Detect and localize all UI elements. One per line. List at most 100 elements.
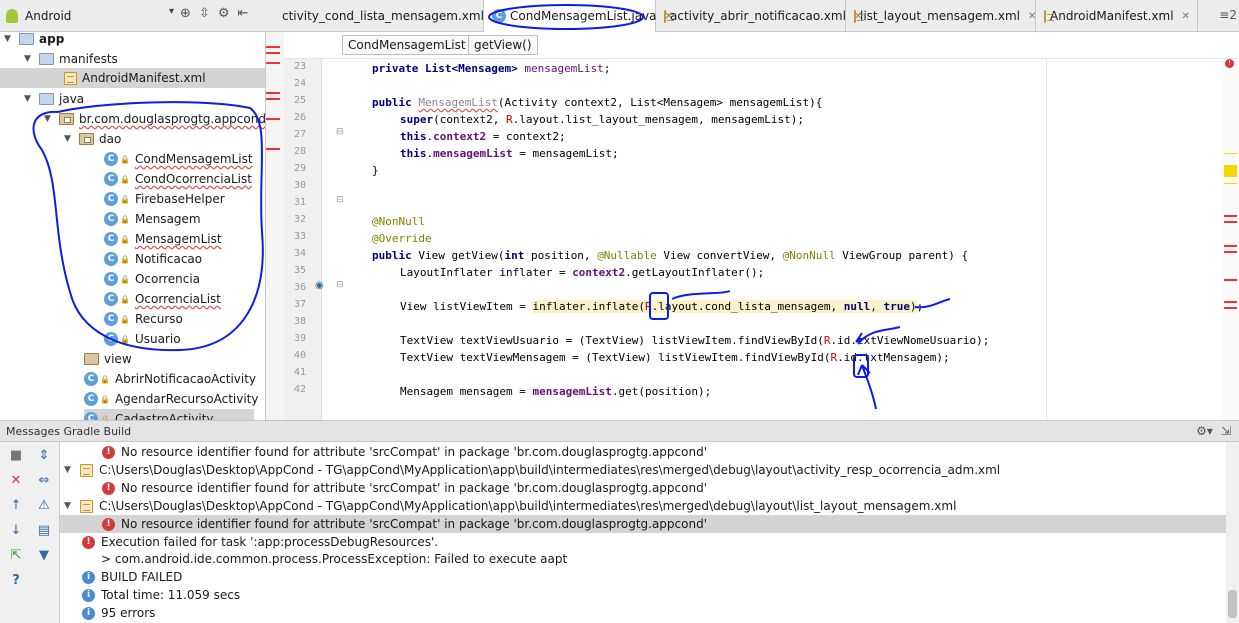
line-number: 24 [293, 78, 306, 89]
tab-activity-abrir-notificacao[interactable]: activity_abrir_notificacao.xml ✕ [656, 0, 862, 32]
stop-icon[interactable]: ■ [8, 448, 24, 464]
tree-item-class[interactable]: C 🔒 OcorrenciaList [104, 289, 221, 309]
tree-item-package[interactable]: ▼ br.com.douglasprogtg.appcond [44, 109, 265, 129]
error-marker[interactable] [1224, 245, 1237, 247]
tree-item-class[interactable]: C 🔒 Recurso [104, 309, 183, 329]
filter-warnings-icon[interactable]: ⚠ [36, 498, 52, 514]
messages-scrollbar[interactable] [1226, 442, 1239, 623]
error-marker[interactable] [266, 92, 280, 94]
export-icon[interactable]: ▤ [36, 523, 52, 539]
tree-item-class[interactable]: C 🔒 Mensagem [104, 209, 201, 229]
message-text: No resource identifier found for attribu… [121, 481, 708, 495]
message-row[interactable]: i 95 errors [60, 604, 1226, 622]
tree-item-class[interactable]: C 🔒 MensagemList [104, 229, 222, 249]
error-marker[interactable] [1224, 251, 1237, 253]
line-number: 42 [293, 384, 306, 395]
expand-arrow-icon[interactable]: ▼ [24, 94, 34, 104]
override-icon[interactable]: ◉ [315, 280, 324, 291]
open-file-icon[interactable]: ⇱ [8, 548, 24, 564]
tab-activity-cond-lista-mensagem[interactable]: ctivity_cond_lista_mensagem.xml ✕ [280, 0, 500, 32]
tree-item-app[interactable]: ▼ app [4, 32, 64, 49]
hide-panel-icon[interactable]: ⇲ [1221, 424, 1231, 438]
sync-icon[interactable]: ⊕ [180, 6, 191, 21]
gear-icon[interactable]: ⚙▾ [1196, 424, 1213, 438]
class-icon: C [84, 372, 98, 386]
message-row[interactable]: ! Execution failed for task ':app:process… [60, 533, 1226, 551]
warning-marker[interactable] [1224, 153, 1237, 154]
error-marker[interactable] [1224, 215, 1237, 217]
close-icon[interactable]: ✕ [1182, 11, 1190, 22]
project-view-selector[interactable]: Android ▾ [4, 6, 176, 26]
tree-item-class[interactable]: C 🔒 Ocorrencia [104, 269, 200, 289]
expand-arrow-icon[interactable]: ▼ [64, 134, 74, 144]
error-marker[interactable] [266, 98, 280, 100]
tree-item-class[interactable]: C 🔒 CadastroActivity [84, 409, 254, 420]
tree-item-class[interactable]: C 🔒 AgendarRecursoActivity [84, 389, 258, 409]
tree-item-java[interactable]: ▼ java [24, 89, 84, 109]
error-marker[interactable] [1224, 307, 1237, 309]
gear-icon[interactable]: ⚙ [218, 6, 230, 21]
tree-item-class[interactable]: C 🔒 FirebaseHelper [104, 189, 225, 209]
close-icon[interactable]: ✕ [8, 473, 24, 489]
help-icon[interactable]: ? [8, 573, 24, 589]
expand-arrow-icon[interactable]: ▼ [24, 54, 34, 64]
tree-item-manifests[interactable]: ▼ manifests [24, 49, 118, 69]
tree-item-class[interactable]: C 🔒 CondMensagemList [104, 149, 253, 169]
tab-android-manifest[interactable]: AndroidManifest.xml ✕ [1036, 0, 1198, 32]
error-status-icon[interactable]: ! [1225, 59, 1234, 68]
tree-item-class[interactable]: C 🔒 CondOcorrenciaList [104, 169, 252, 189]
tree-item-class[interactable]: C 🔒 AbrirNotificacaoActivity [84, 369, 256, 389]
error-marker[interactable] [266, 46, 280, 48]
message-row-selected[interactable]: ! No resource identifier found for attrib… [60, 515, 1226, 533]
message-row[interactable]: ▼ C:\Users\Douglas\Desktop\AppCond - TG\a… [60, 461, 1226, 479]
tree-item-label: app [39, 32, 65, 46]
expand-arrow-icon[interactable]: ▼ [44, 114, 54, 124]
warning-marker[interactable] [1224, 183, 1237, 184]
message-row[interactable]: ! No resource identifier found for attrib… [60, 443, 1226, 461]
error-marker[interactable] [1224, 301, 1237, 303]
breadcrumb-class[interactable]: CondMensagemList [342, 35, 472, 55]
message-row[interactable]: ! No resource identifier found for attrib… [60, 479, 1226, 497]
editor-tabs: ctivity_cond_lista_mensagem.xml ✕ C Cond… [280, 0, 1198, 32]
expand-arrow-icon[interactable]: ▼ [64, 501, 74, 511]
project-toolbar-icons: ⊕ ⇳ ⚙ ⇤ [180, 6, 248, 21]
expand-arrow-icon[interactable]: ▼ [64, 465, 74, 475]
collapse-icon[interactable]: ⇳ [199, 6, 210, 21]
chevron-down-icon[interactable]: ▾ [169, 6, 174, 17]
hide-icon[interactable]: ⇤ [237, 6, 248, 21]
scrollbar-thumb[interactable] [1228, 590, 1237, 618]
collapse-all-icon[interactable]: ⇔ [36, 473, 52, 489]
tab-overflow-menu[interactable]: ≡2 [1219, 8, 1237, 22]
xml-file-icon [80, 499, 93, 513]
message-row[interactable]: > com.android.ide.common.process.Process… [60, 550, 1226, 568]
error-marker[interactable] [266, 148, 280, 150]
tree-item-android-manifest[interactable]: AndroidManifest.xml [0, 68, 265, 88]
error-marker[interactable] [266, 118, 280, 120]
arrow-up-icon[interactable]: ↑ [8, 498, 24, 514]
breadcrumb-method[interactable]: getView() [468, 35, 538, 55]
arrow-down-icon[interactable]: ↓ [8, 523, 24, 539]
tab-cond-mensagem-list[interactable]: C CondMensagemList.java ✕ [484, 0, 673, 32]
error-marker[interactable] [1224, 221, 1237, 223]
error-marker[interactable] [266, 62, 280, 64]
error-marker[interactable] [266, 52, 280, 54]
warning-marker[interactable] [1224, 165, 1237, 177]
tree-item-dao[interactable]: ▼ dao [64, 129, 121, 149]
tree-item-view[interactable]: view [84, 349, 132, 369]
tab-list-layout-mensagem[interactable]: list_layout_mensagem.xml ✕ [846, 0, 1036, 32]
tree-item-class[interactable]: C 🔒 Usuario [104, 329, 181, 349]
expand-all-icon[interactable]: ⇕ [36, 448, 52, 464]
message-row[interactable]: i BUILD FAILED [60, 568, 1226, 586]
class-icon: C [104, 192, 118, 206]
line-number: 41 [293, 367, 306, 378]
filter-icon[interactable]: ▼ [36, 548, 52, 564]
tab-label: CondMensagemList.java [510, 9, 657, 23]
message-row[interactable]: ▼ C:\Users\Douglas\Desktop\AppCond - TG\a… [60, 497, 1226, 515]
error-marker[interactable] [1224, 279, 1237, 281]
error-icon: ! [102, 481, 115, 495]
messages-panel-tools: ⚙▾ ⇲ [1196, 424, 1231, 438]
expand-arrow-icon[interactable]: ▼ [4, 34, 14, 44]
message-row[interactable]: i Total time: 11.059 secs [60, 586, 1226, 604]
tree-item-class[interactable]: C 🔒 Notificacao [104, 249, 202, 269]
code-area[interactable]: 23 24 25 26 27 28 29 30 31 32 33 34 35 3… [294, 59, 1220, 420]
